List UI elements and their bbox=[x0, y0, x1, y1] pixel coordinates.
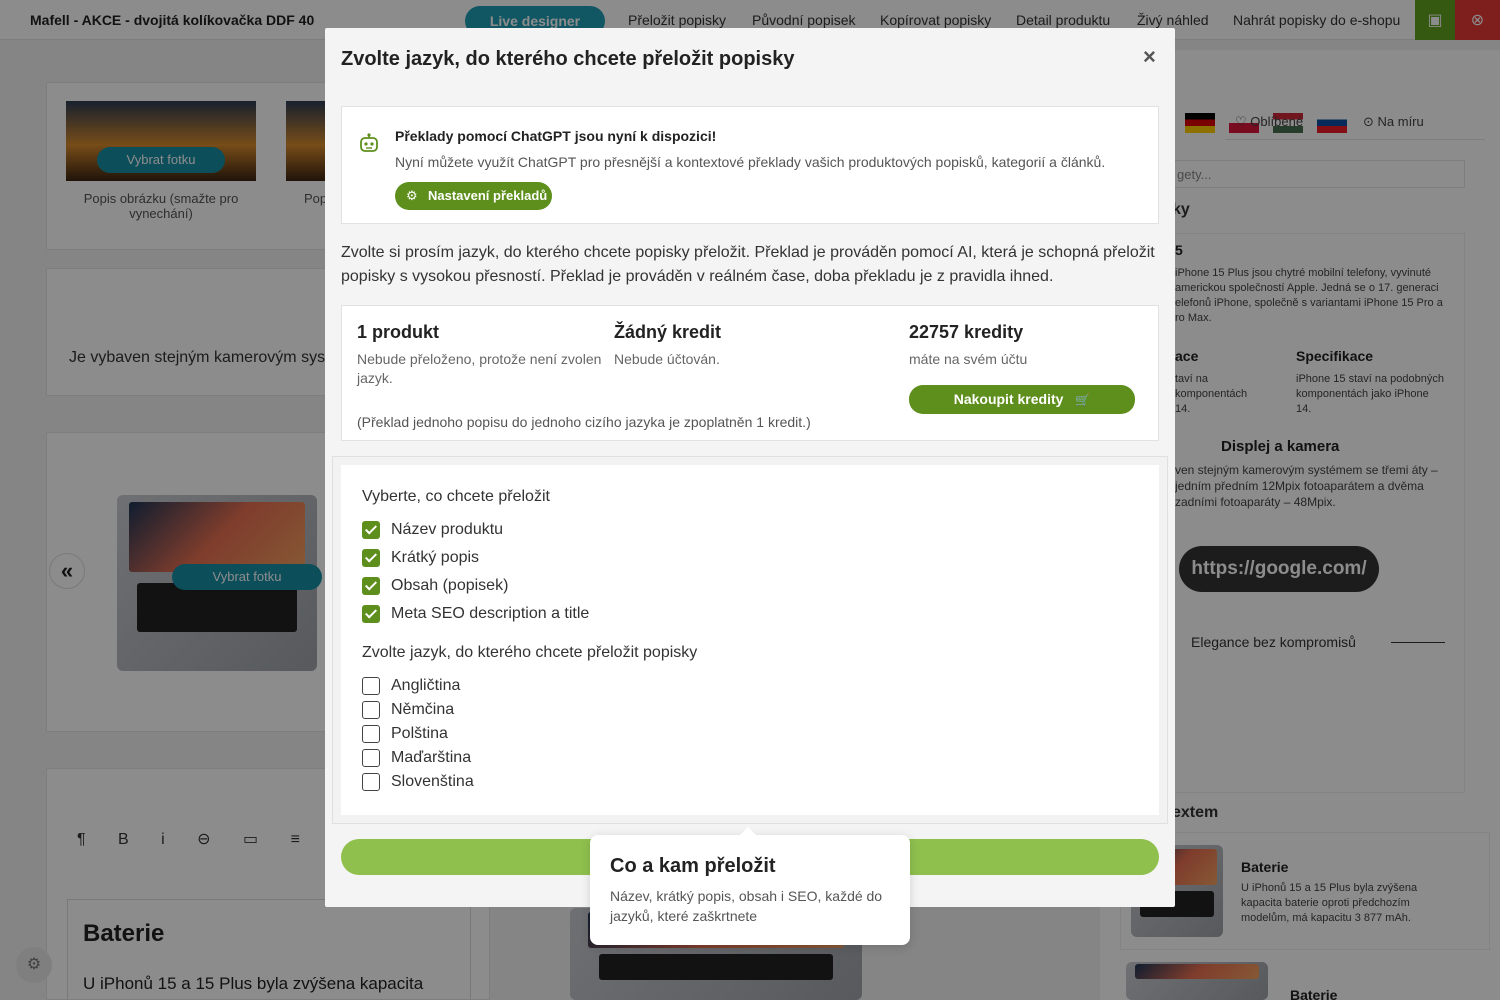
robot-icon bbox=[360, 133, 378, 152]
checkbox-english[interactable]: Angličtina bbox=[362, 676, 460, 696]
checkbox-label: Krátký popis bbox=[391, 549, 480, 566]
credit-cost-status: Nebude účtován. bbox=[614, 351, 720, 367]
buy-credits-label: Nakoupit kredity bbox=[953, 391, 1064, 407]
checkbox-checked-icon[interactable] bbox=[362, 521, 380, 539]
checkbox-meta-seo[interactable]: Meta SEO description a title bbox=[362, 604, 589, 624]
checkbox-hungarian[interactable]: Maďarština bbox=[362, 748, 471, 768]
selection-panel: Vyberte, co chcete přeložit Název produk… bbox=[332, 456, 1168, 824]
info-heading: Překlady pomocí ChatGPT jsou nyní k disp… bbox=[395, 128, 717, 144]
onboarding-tooltip: Co a kam přeložit Název, krátký popis, o… bbox=[590, 827, 910, 945]
translation-settings-label: Nastavení překladů bbox=[428, 188, 548, 203]
products-status: Nebude přeloženo, protože není zvolen ja… bbox=[357, 351, 602, 386]
credit-balance: 22757 kredity bbox=[909, 322, 1024, 342]
checkbox-unchecked-icon[interactable] bbox=[362, 701, 380, 719]
checkbox-checked-icon[interactable] bbox=[362, 605, 380, 623]
checkbox-german[interactable]: Němčina bbox=[362, 700, 454, 720]
checkbox-checked-icon[interactable] bbox=[362, 577, 380, 595]
checkbox-label: Meta SEO description a title bbox=[391, 605, 590, 622]
products-count: 1 produkt bbox=[357, 322, 440, 342]
credit-stats: 1 produkt Nebude přeloženo, protože není… bbox=[341, 305, 1159, 441]
checkbox-checked-icon[interactable] bbox=[362, 549, 380, 567]
checkbox-short-description[interactable]: Krátký popis bbox=[362, 548, 479, 568]
checkbox-unchecked-icon[interactable] bbox=[362, 749, 380, 767]
intro-text: Zvolte si prosím jazyk, do kterého chcet… bbox=[341, 244, 1155, 285]
checkbox-slovak[interactable]: Slovenština bbox=[362, 772, 474, 792]
checkbox-label: Angličtina bbox=[391, 677, 461, 694]
checkbox-label: Slovenština bbox=[391, 773, 474, 790]
buy-credits-button[interactable]: Nakoupit kredity 🛒 bbox=[909, 385, 1135, 414]
checkbox-label: Obsah (popisek) bbox=[391, 577, 509, 594]
checkbox-unchecked-icon[interactable] bbox=[362, 677, 380, 695]
checkbox-unchecked-icon[interactable] bbox=[362, 725, 380, 743]
close-icon[interactable]: × bbox=[1143, 44, 1156, 70]
chatgpt-info-box: Překlady pomocí ChatGPT jsou nyní k disp… bbox=[341, 106, 1159, 224]
checkbox-product-name[interactable]: Název produktu bbox=[362, 520, 503, 540]
checkbox-label: Polština bbox=[391, 725, 448, 742]
modal-title: Zvolte jazyk, do kterého chcete přeložit… bbox=[341, 48, 795, 70]
what-heading: Vyberte, co chcete přeložit bbox=[362, 488, 550, 505]
language-heading: Zvolte jazyk, do kterého chcete přeložit… bbox=[362, 644, 698, 661]
credit-cost: Žádný kredit bbox=[614, 322, 722, 342]
cart-icon: 🛒 bbox=[1075, 393, 1091, 407]
info-text: Nyní můžete využít ChatGPT pro přesnější… bbox=[395, 154, 1106, 170]
tooltip-text: Název, krátký popis, obsah i SEO, každé … bbox=[610, 888, 883, 924]
checkbox-unchecked-icon[interactable] bbox=[362, 773, 380, 791]
checkbox-label: Němčina bbox=[391, 701, 455, 718]
checkbox-label: Maďarština bbox=[391, 749, 472, 766]
tooltip-title: Co a kam přeložit bbox=[610, 855, 776, 877]
checkbox-label: Název produktu bbox=[391, 521, 504, 538]
checkbox-content[interactable]: Obsah (popisek) bbox=[362, 576, 508, 596]
translation-settings-button[interactable]: ⚙ Nastavení překladů bbox=[395, 182, 552, 210]
credit-balance-label: máte na svém účtu bbox=[909, 351, 1028, 367]
gear-icon: ⚙ bbox=[406, 188, 418, 203]
checkbox-polish[interactable]: Polština bbox=[362, 724, 448, 744]
pricing-note: (Překlad jednoho popisu do jednoho cizíh… bbox=[357, 414, 811, 430]
